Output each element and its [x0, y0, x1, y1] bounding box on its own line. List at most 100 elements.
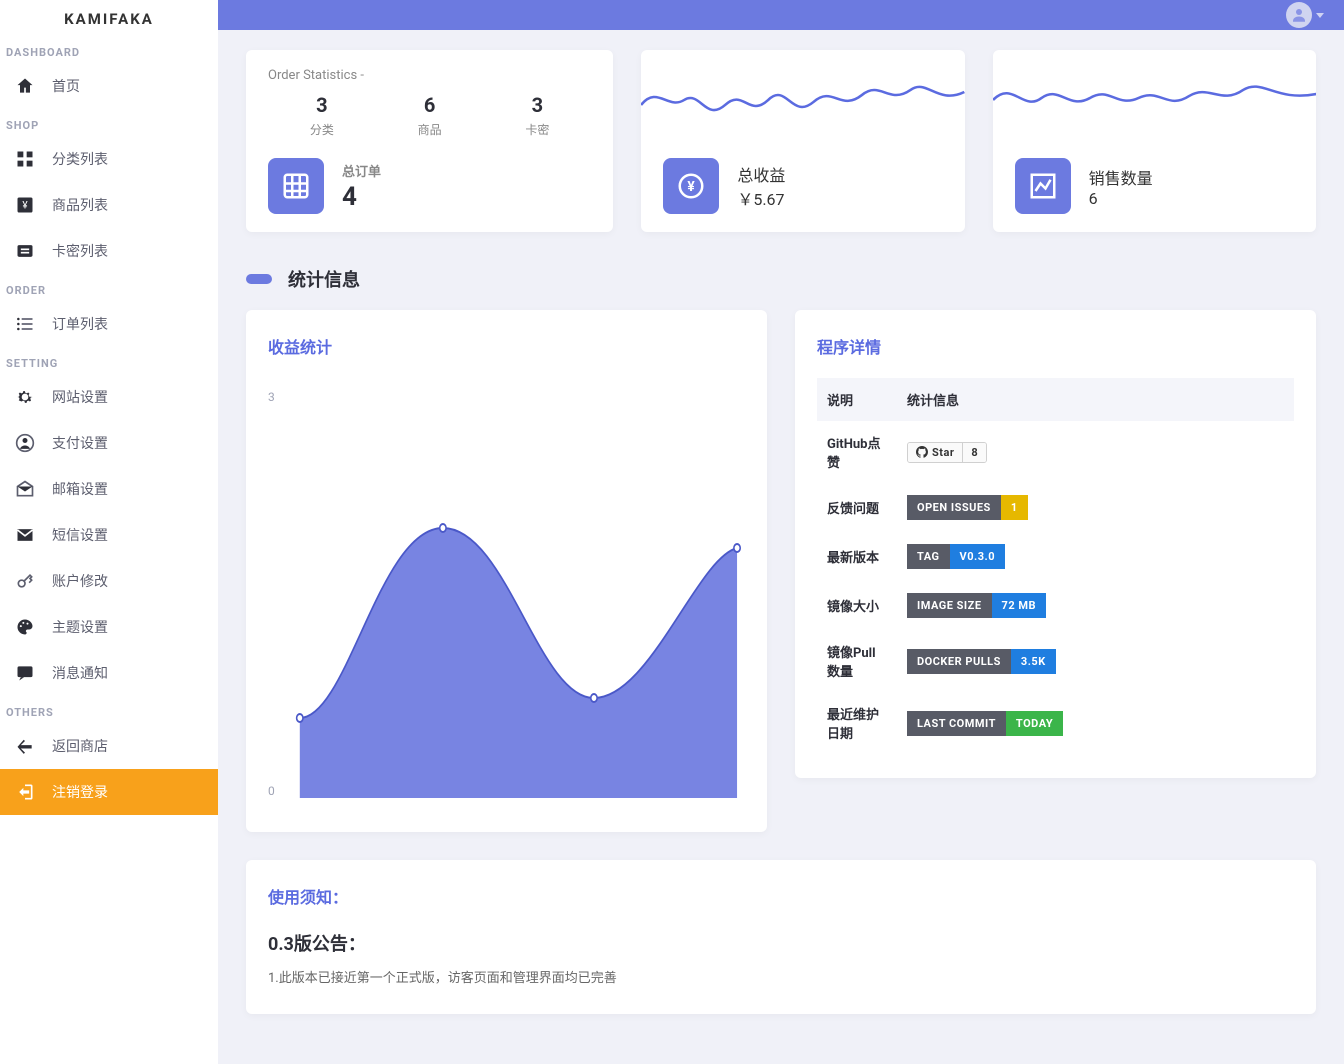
- revenue-label: 总收益: [737, 162, 785, 186]
- table-row: 镜像Pull数量DOCKER PULLS3.5K: [817, 630, 1294, 692]
- sidebar-section-title: ORDER: [0, 274, 218, 301]
- sidebar-item-label: 主题设置: [52, 617, 108, 637]
- order-stats-card: Order Statistics - 3分类 6商品 3卡密 总订单 4: [246, 50, 613, 232]
- svg-text:¥: ¥: [22, 200, 28, 211]
- stat-categories-lbl: 分类: [310, 121, 334, 138]
- section-pill: [246, 274, 272, 284]
- stat-products-lbl: 商品: [418, 121, 442, 138]
- tag-badge[interactable]: TAGV0.3.0: [907, 544, 1005, 569]
- section-stats-header: 统计信息: [246, 266, 1316, 292]
- y-tick-0: 0: [268, 784, 275, 798]
- table-row: 反馈问题OPEN ISSUES1: [817, 483, 1294, 532]
- th-stat: 统计信息: [897, 378, 1294, 421]
- sidebar-item-logout[interactable]: 注销登录: [0, 769, 218, 815]
- section-stats-title: 统计信息: [288, 266, 360, 292]
- logout-icon: [14, 781, 36, 803]
- sidebar-section-title: SHOP: [0, 109, 218, 136]
- gear-icon: [14, 386, 36, 408]
- chevron-down-icon: [1316, 13, 1324, 18]
- notice-card: 使用须知： 0.3版公告： 1.此版本已接近第一个正式版，访客页面和管理界面均已…: [246, 860, 1316, 1014]
- sidebar-item-home[interactable]: 首页: [0, 63, 218, 109]
- sales-card: 销售数量 6: [993, 50, 1316, 232]
- sidebar-item-label: 首页: [52, 76, 80, 96]
- revenue-chart-card: 收益统计 3 0: [246, 310, 767, 832]
- list-icon: [14, 313, 36, 335]
- mail-icon: [14, 524, 36, 546]
- table-row: 最近维护日期LAST COMMITTODAY: [817, 692, 1294, 754]
- revenue-value: ￥5.67: [737, 186, 785, 210]
- notice-title: 使用须知：: [268, 884, 1294, 908]
- stat-products-num: 6: [418, 93, 442, 117]
- total-orders-value: 4: [342, 182, 381, 212]
- issues-badge[interactable]: OPEN ISSUES1: [907, 495, 1028, 520]
- sidebar-section-title: SETTING: [0, 347, 218, 374]
- sidebar-item-key[interactable]: 账户修改: [0, 558, 218, 604]
- sidebar-section-title: OTHERS: [0, 696, 218, 723]
- home-icon: [14, 75, 36, 97]
- program-info-title: 程序详情: [817, 334, 1294, 358]
- sales-label: 销售数量: [1089, 165, 1153, 189]
- sidebar-item-mail-open[interactable]: 邮箱设置: [0, 466, 218, 512]
- sidebar-item-label: 商品列表: [52, 195, 108, 215]
- sidebar-item-yen-box[interactable]: ¥ 商品列表: [0, 182, 218, 228]
- main-content: Order Statistics - 3 分类 6 商品 3 卡密 总订单 4: [218, 0, 1344, 1044]
- program-info-table: 说明统计信息 GitHub点赞Star8 反馈问题OPEN ISSUES1 最新…: [817, 378, 1294, 754]
- back-icon: [14, 735, 36, 757]
- image-size-badge[interactable]: IMAGE SIZE72 MB: [907, 593, 1046, 618]
- notice-line: 1.此版本已接近第一个正式版，访客页面和管理界面均已完善: [268, 968, 1294, 990]
- table-row: GitHub点赞Star8: [817, 421, 1294, 483]
- avatar: [1286, 2, 1312, 28]
- table-row: 镜像大小IMAGE SIZE72 MB: [817, 581, 1294, 630]
- revenue-card: ¥ 总收益 ￥5.67: [641, 50, 964, 232]
- sidebar: KAMIFAKA DASHBOARD首页SHOP分类列表¥商品列表卡密列表ORD…: [0, 0, 218, 1064]
- revenue-icon: ¥: [663, 158, 719, 214]
- yen-box-icon: ¥: [14, 194, 36, 216]
- table-row: 最新版本TAGV0.3.0: [817, 532, 1294, 581]
- sidebar-item-user-circle[interactable]: 支付设置: [0, 420, 218, 466]
- user-menu[interactable]: [1286, 2, 1324, 28]
- brand-title: KAMIFAKA: [0, 0, 218, 36]
- sidebar-item-label: 邮箱设置: [52, 479, 108, 499]
- sidebar-item-palette[interactable]: 主题设置: [0, 604, 218, 650]
- notice-heading: 0.3版公告：: [268, 930, 1294, 956]
- topbar: [218, 0, 1344, 30]
- sidebar-item-label: 返回商店: [52, 736, 108, 756]
- sidebar-item-gear[interactable]: 网站设置: [0, 374, 218, 420]
- y-tick-3: 3: [268, 390, 275, 404]
- palette-icon: [14, 616, 36, 638]
- sales-icon: [1015, 158, 1071, 214]
- stat-categories-num: 3: [310, 93, 334, 117]
- github-star-badge[interactable]: Star8: [907, 442, 987, 463]
- mail-open-icon: [14, 478, 36, 500]
- sidebar-item-label: 分类列表: [52, 149, 108, 169]
- revenue-chart: 3 0: [268, 378, 745, 808]
- sidebar-item-mail[interactable]: 短信设置: [0, 512, 218, 558]
- sidebar-item-label: 注销登录: [52, 782, 108, 802]
- svg-text:¥: ¥: [688, 179, 696, 195]
- chat-icon: [14, 662, 36, 684]
- sidebar-item-grid[interactable]: 分类列表: [0, 136, 218, 182]
- total-orders-label: 总订单: [342, 161, 381, 180]
- revenue-chart-title: 收益统计: [268, 334, 745, 358]
- grid-icon: [14, 148, 36, 170]
- sidebar-item-back[interactable]: 返回商店: [0, 723, 218, 769]
- sidebar-item-label: 订单列表: [52, 314, 108, 334]
- sidebar-item-label: 卡密列表: [52, 241, 108, 261]
- orders-icon: [268, 158, 324, 214]
- sidebar-item-label: 消息通知: [52, 663, 108, 683]
- key-icon: [14, 570, 36, 592]
- stat-keys-lbl: 卡密: [525, 121, 549, 138]
- sidebar-item-label: 支付设置: [52, 433, 108, 453]
- commit-badge[interactable]: LAST COMMITTODAY: [907, 711, 1063, 736]
- sidebar-item-label: 网站设置: [52, 387, 108, 407]
- user-circle-icon: [14, 432, 36, 454]
- sidebar-item-list-box[interactable]: 卡密列表: [0, 228, 218, 274]
- order-stats-title: Order Statistics -: [268, 68, 591, 83]
- sidebar-item-label: 账户修改: [52, 571, 108, 591]
- program-info-card: 程序详情 说明统计信息 GitHub点赞Star8 反馈问题OPEN ISSUE…: [795, 310, 1316, 778]
- sidebar-item-label: 短信设置: [52, 525, 108, 545]
- sidebar-item-list[interactable]: 订单列表: [0, 301, 218, 347]
- th-desc: 说明: [817, 378, 897, 421]
- pulls-badge[interactable]: DOCKER PULLS3.5K: [907, 649, 1056, 674]
- sidebar-item-chat[interactable]: 消息通知: [0, 650, 218, 696]
